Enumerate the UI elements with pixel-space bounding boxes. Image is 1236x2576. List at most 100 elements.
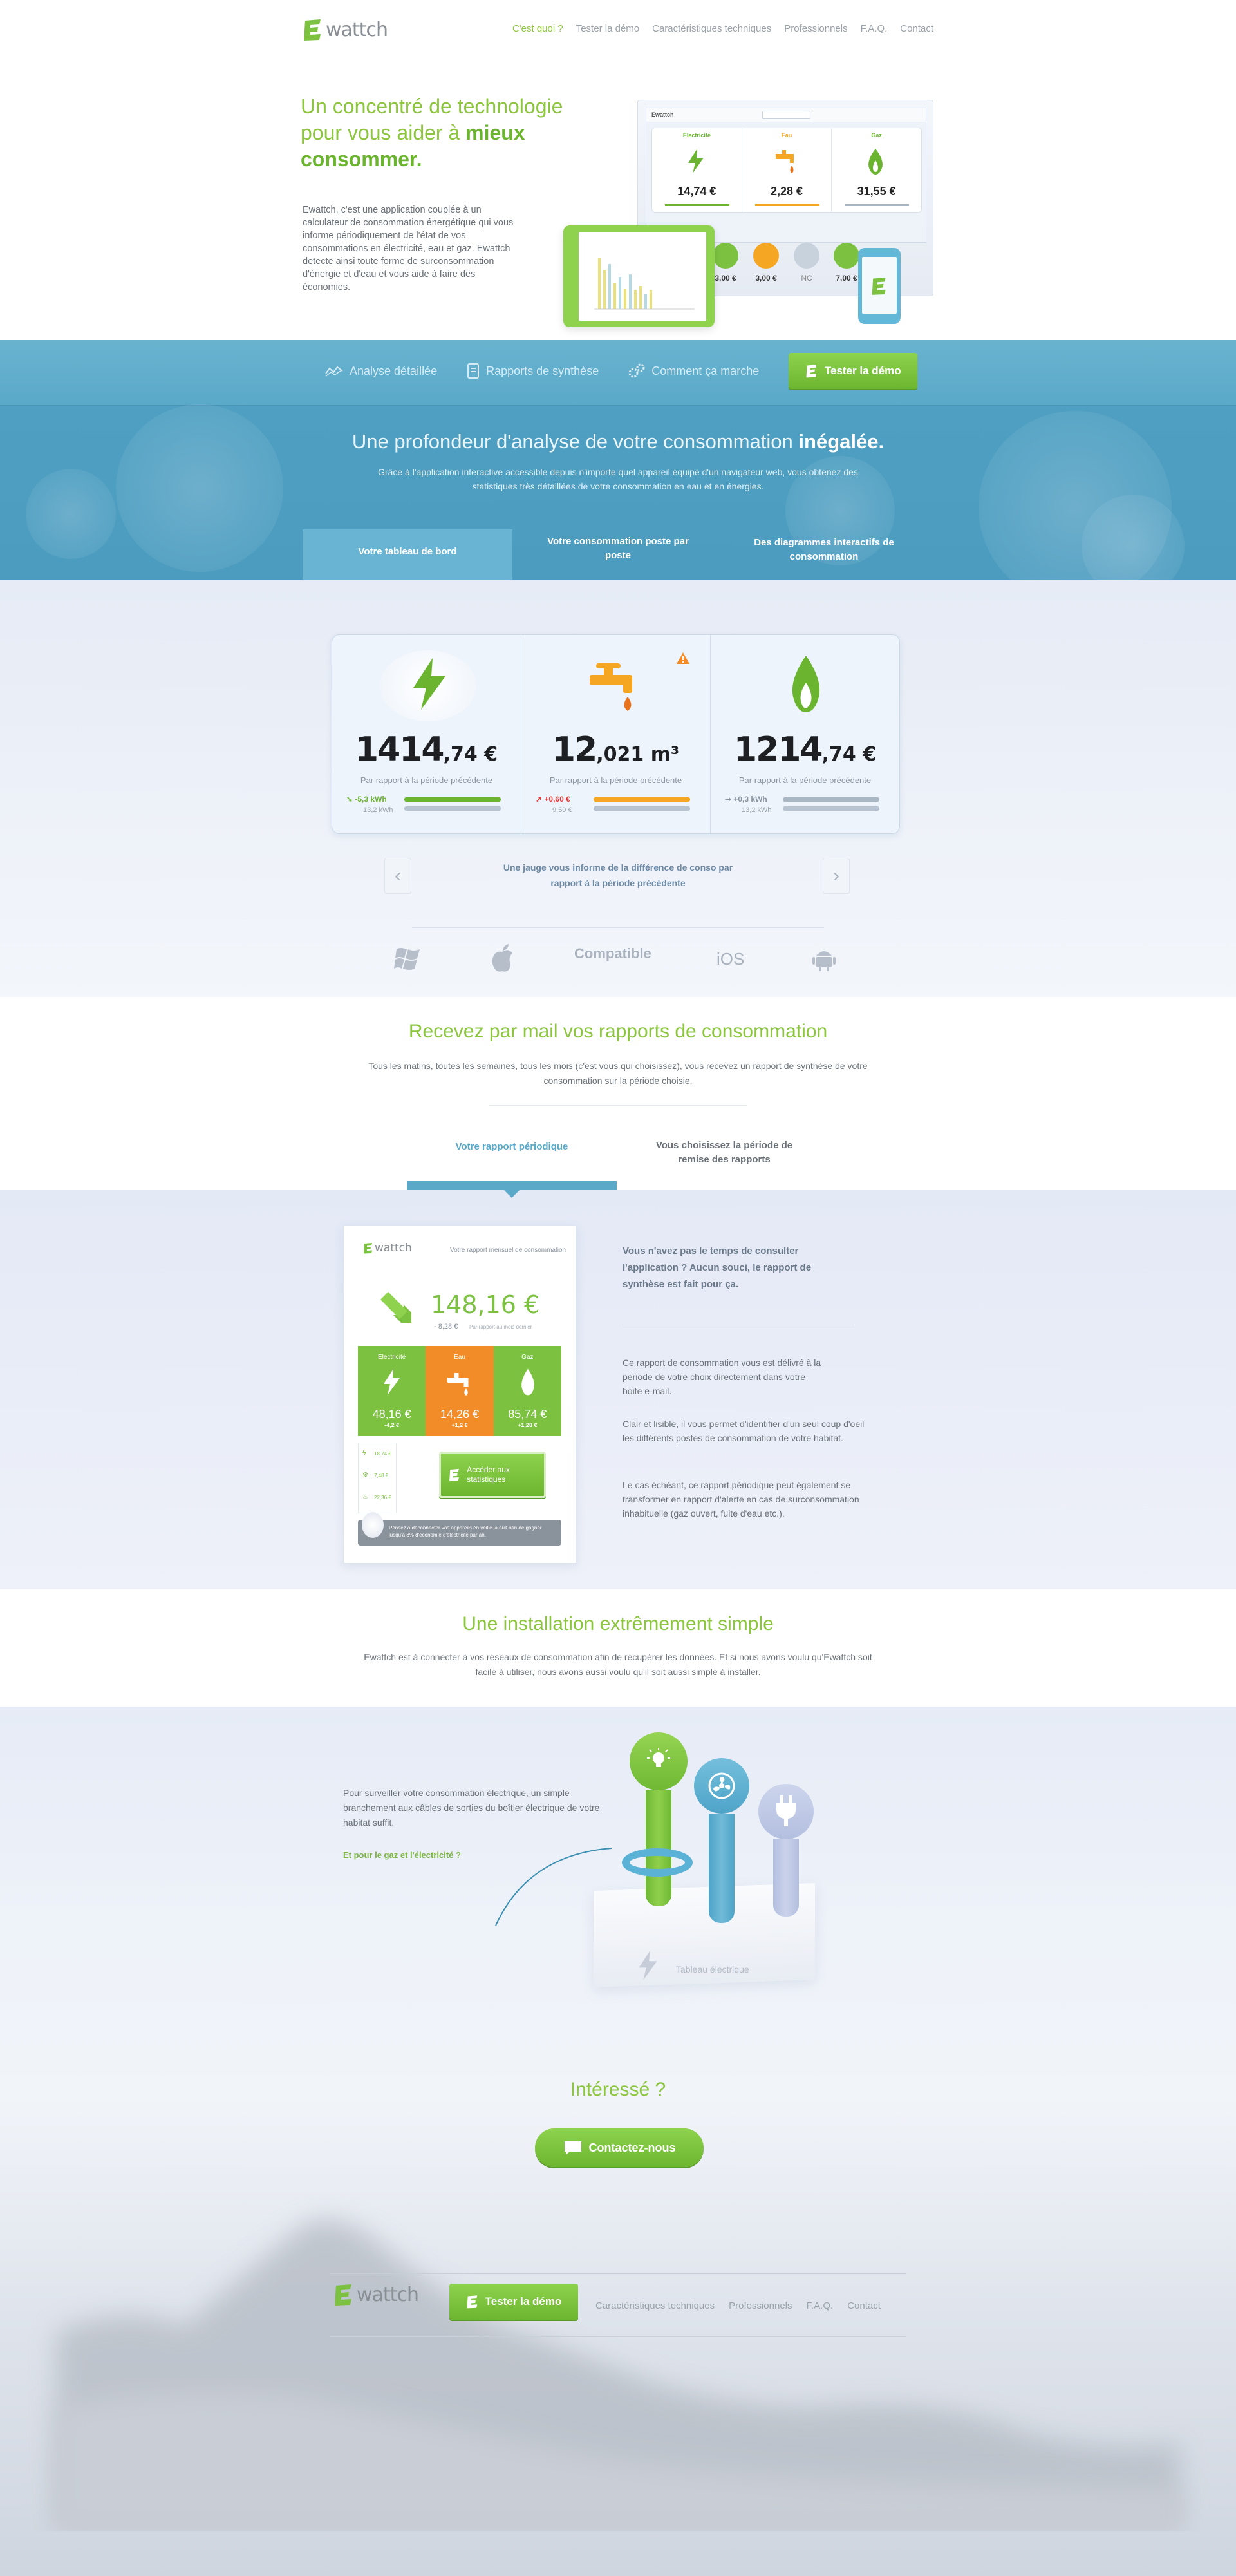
report-faucet-icon [447, 1373, 469, 1396]
report-section [0, 1190, 1236, 1589]
analysis-title: Une profondeur d'analyse de votre consom… [351, 430, 885, 453]
nav-cest-quoi[interactable]: C'est quoi ? [512, 23, 563, 34]
water-column: 12,021 m³ Par rapport à la période précé… [521, 635, 711, 833]
gauge-caption: Une jauge vous informe de la différence … [503, 862, 733, 888]
mock-select [762, 111, 810, 119]
electricity-column: 1414,74 € Par rapport à la période précé… [332, 635, 521, 833]
analysis-chart-icon [325, 366, 343, 377]
tab-tableau-de-bord[interactable]: Votre tableau de bord [303, 529, 512, 580]
ios-icon: iOS [716, 949, 745, 969]
down-arrow-icon [380, 1292, 411, 1323]
mock-lightning-icon [688, 149, 704, 173]
hero-title: Un concentré de technologie pour vous ai… [301, 95, 563, 171]
contact-button[interactable]: Contactez-nous [535, 2128, 704, 2167]
plug-icon [776, 1795, 796, 1826]
mock-flame-icon [868, 149, 883, 175]
report-total: 148,16 € [431, 1291, 540, 1319]
mail-title: Recevez par mail vos rapports de consomm… [408, 1021, 828, 1042]
footer-logo-icon [335, 2284, 351, 2306]
hero-devices-illustration: Ewattch Electricité 14,74 € Eau 2,28 € G… [563, 100, 933, 327]
nav-analyse-detaillee[interactable]: Analyse détaillée [325, 365, 437, 378]
tablet-chart-illustration [594, 258, 695, 310]
report-paragraph-1: Ce rapport de consommation vous est déli… [623, 1358, 821, 1396]
mock-faucet-icon [775, 150, 794, 173]
gears-icon [628, 363, 645, 378]
clamp-ring [622, 1848, 693, 1877]
report-document-icon [467, 363, 480, 379]
logo-text: wattch [326, 18, 388, 41]
gauge-bar [404, 797, 501, 802]
lightbulb-icon [362, 1512, 384, 1538]
tab-consommation-poste[interactable]: Votre consommation poste par poste [538, 535, 698, 563]
faucet-icon [590, 663, 632, 711]
footer-nav-caracteristiques[interactable]: Caractéristiques techniques [595, 2300, 715, 2311]
report-lead: Vous n'avez pas le temps de consulter l'… [623, 1245, 812, 1290]
logo-e-icon [806, 365, 817, 378]
footer-logo[interactable]: wattch [333, 2283, 419, 2306]
footer-nav-professionnels[interactable]: Professionnels [729, 2300, 792, 2311]
tab-rapport-periodique[interactable]: Votre rapport périodique [407, 1140, 617, 1190]
tab-diagrammes[interactable]: Des diagrammes interactifs de consommati… [740, 536, 908, 564]
main-nav: C'est quoi ? Tester la démo Caractéristi… [512, 23, 933, 34]
warning-icon [677, 652, 689, 664]
report-stats-button[interactable]: Accéder aux statistiques [439, 1452, 546, 1498]
nav-comment-ca-marche[interactable]: Comment ça marche [628, 363, 759, 379]
mail-subtitle: Tous les matins, toutes les semaines, to… [368, 1061, 868, 1086]
nav-caracteristiques[interactable]: Caractéristiques techniques [652, 23, 771, 34]
carousel-next-button[interactable]: › [823, 858, 850, 894]
box-label: Tableau électrique [676, 1964, 749, 1975]
lightning-icon [413, 658, 445, 710]
report-paragraph-2: Clair et lisible, il vous permet d'ident… [623, 1419, 865, 1443]
report-tip: Pensez à déconnecter vos appareils en ve… [358, 1520, 561, 1546]
gas-sensor [758, 1784, 814, 1917]
nav-tester-demo[interactable]: Tester la démo [576, 23, 639, 34]
nav-professionnels[interactable]: Professionnels [784, 23, 847, 34]
analysis-subtitle: Grâce à l'application interactive access… [378, 467, 858, 491]
cable-line [495, 1848, 612, 1926]
installation-illustration: Tableau électrique [489, 1732, 876, 2003]
nav-rapports-synthese[interactable]: Rapports de synthèse [467, 363, 599, 379]
hero-description: Ewattch, c'est une application couplée à… [303, 205, 514, 292]
footer-nav: Caractéristiques techniques Professionne… [595, 2300, 881, 2311]
electricity-sensor [630, 1732, 688, 1906]
nav-contact[interactable]: Contact [900, 23, 933, 34]
chat-bubble-icon [564, 2141, 581, 2155]
gas-column: 1214,74 € Par rapport à la période précé… [711, 635, 899, 833]
report-button-logo-icon [449, 1468, 459, 1481]
report-lightning-icon [384, 1369, 400, 1395]
tab-periode-remise[interactable]: Vous choisissez la période de remise des… [644, 1139, 805, 1167]
report-email-mockup: wattch Votre rapport mensuel de consomma… [343, 1226, 576, 1564]
compatible-label: Compatible [574, 945, 651, 961]
cta-title: Intéressé ? [570, 2079, 666, 2100]
mock-app-name: Ewattch [651, 111, 674, 118]
windows-icon [394, 948, 420, 970]
carousel-prev-button[interactable]: ‹ [384, 858, 411, 894]
footer-demo-button[interactable]: Tester la démo [449, 2284, 578, 2320]
android-icon [812, 951, 836, 971]
ewattch-logo-icon [304, 19, 321, 41]
phone-logo-icon [872, 278, 886, 295]
logo[interactable]: wattch [303, 18, 388, 41]
nav-faq[interactable]: F.A.Q. [861, 23, 888, 34]
fan-icon [708, 1772, 735, 1799]
band-nav: Analyse détaillée Rapports de synthèse C… [325, 353, 918, 389]
install-gas-link[interactable]: Et pour le gaz et l'électricité ? [343, 1850, 461, 1860]
install-title: Une installation extrêmement simple [462, 1613, 774, 1634]
bulb-icon [647, 1748, 670, 1767]
report-heading: Votre rapport mensuel de consommation [450, 1247, 566, 1254]
band-demo-button[interactable]: Tester la démo [789, 353, 918, 389]
report-flame-icon [521, 1368, 534, 1396]
phone-mockup [858, 248, 901, 324]
footer-demo-logo-icon [467, 2295, 477, 2309]
tablet-mockup [563, 225, 715, 327]
apple-icon [492, 944, 512, 972]
footer-nav-contact[interactable]: Contact [847, 2300, 881, 2311]
monitor-screen: Ewattch Electricité 14,74 € Eau 2,28 € G… [646, 108, 926, 243]
report-details: ϟ 18,74 € ⚙ 7,48 € ♨ 22,36 € [358, 1443, 397, 1513]
footer-nav-faq[interactable]: F.A.Q. [807, 2300, 834, 2311]
report-tab-pointer [504, 1190, 520, 1198]
dashboard-card: 1414,74 € Par rapport à la période précé… [332, 634, 900, 834]
report-logo-icon [364, 1243, 372, 1254]
water-sensor [694, 1758, 749, 1923]
report-paragraph-3: Le cas échéant, ce rapport périodique pe… [623, 1480, 859, 1519]
